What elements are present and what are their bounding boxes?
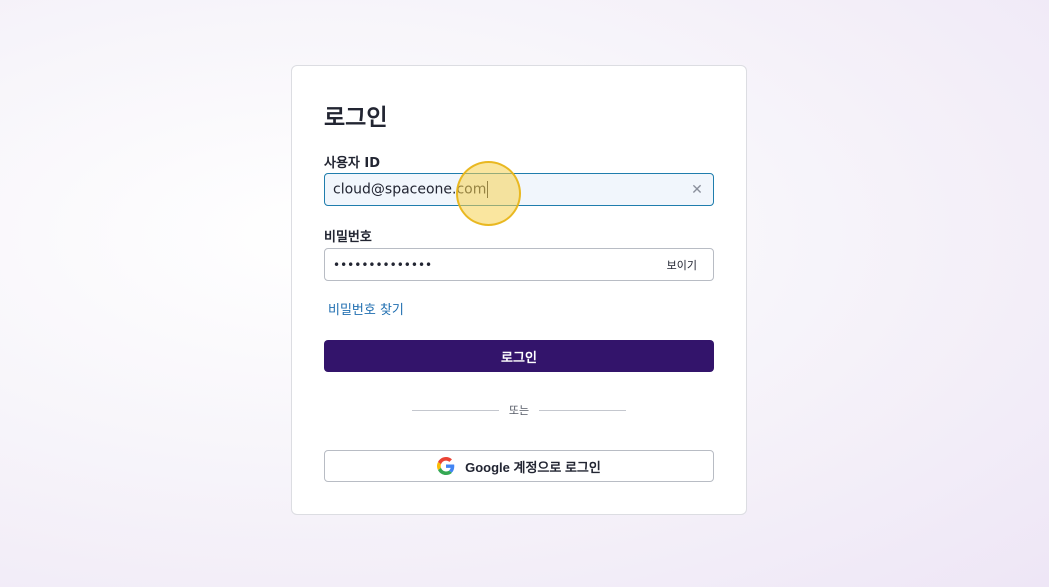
user-id-value: cloud@spaceone.com	[333, 181, 487, 198]
page-title: 로그인	[324, 105, 388, 131]
google-login-button[interactable]: Google 계정으로 로그인	[324, 450, 714, 482]
or-divider: 또는	[412, 402, 626, 418]
divider-line-right	[539, 409, 626, 411]
close-icon[interactable]: ✕	[689, 182, 705, 198]
login-button[interactable]: 로그인	[324, 340, 714, 372]
text-cursor	[487, 181, 489, 198]
google-icon	[437, 457, 455, 475]
password-value: ••••••••••••••	[333, 257, 433, 272]
user-id-input[interactable]: cloud@spaceone.com ✕	[324, 173, 714, 206]
password-label: 비밀번호	[324, 230, 372, 245]
divider-text: 또는	[508, 404, 530, 417]
google-login-label: Google 계정으로 로그인	[465, 459, 601, 475]
forgot-password-link[interactable]: 비밀번호 찾기	[328, 299, 404, 318]
show-password-button[interactable]: 보이기	[659, 257, 705, 273]
divider-line-left	[412, 409, 499, 411]
password-input[interactable]: •••••••••••••• 보이기	[324, 248, 714, 281]
login-card: 로그인 사용자 ID cloud@spaceone.com ✕ 비밀번호 •••…	[291, 65, 747, 515]
login-button-label: 로그인	[501, 349, 537, 365]
user-id-label: 사용자 ID	[324, 156, 381, 171]
